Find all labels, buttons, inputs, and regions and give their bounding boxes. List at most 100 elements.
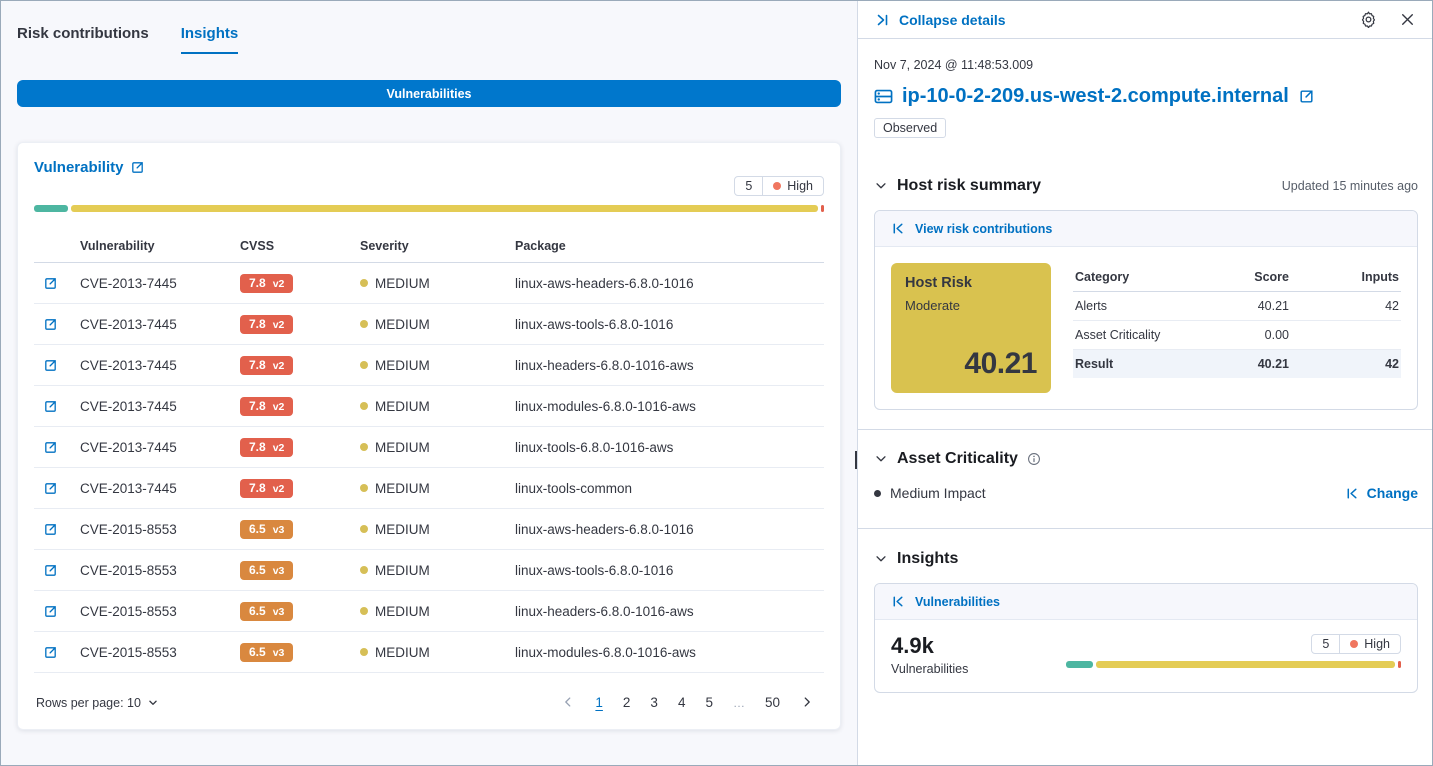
severity-value: MEDIUM <box>375 563 430 578</box>
host-name-link[interactable]: ip-10-0-2-209.us-west-2.compute.internal <box>902 85 1289 108</box>
page-button-1[interactable]: 1 <box>587 692 611 713</box>
open-vulnerability-icon[interactable] <box>43 439 58 454</box>
severity-count-badge: 5 High <box>734 176 824 196</box>
close-icon[interactable] <box>1399 11 1416 28</box>
severity-dot <box>360 361 368 369</box>
open-vulnerability-icon[interactable] <box>43 603 58 618</box>
vulnerabilities-link[interactable]: Vulnerabilities <box>875 584 1417 620</box>
section-title: Asset Criticality <box>897 450 1018 468</box>
page-button-50[interactable]: 50 <box>757 692 788 713</box>
severity-label: High <box>1364 637 1390 651</box>
package-name: linux-aws-tools-6.8.0-1016 <box>515 563 824 578</box>
package-name: linux-headers-6.8.0-1016-aws <box>515 358 824 373</box>
external-link-icon[interactable] <box>130 160 145 175</box>
arrow-start-icon <box>891 594 906 609</box>
open-vulnerability-icon[interactable] <box>43 480 58 495</box>
criticality-dot <box>874 490 881 497</box>
col-severity: Severity <box>360 239 515 253</box>
next-page-button[interactable] <box>792 694 822 712</box>
app-window: Risk contributions Insights Vulnerabilit… <box>0 0 1433 766</box>
vulnerability-id: CVE-2013-7445 <box>80 317 240 332</box>
severity-dot <box>360 443 368 451</box>
table-row: CVE-2015-8553 6.5v3 MEDIUM linux-aws-hea… <box>34 509 824 550</box>
vulnerability-id: CVE-2015-8553 <box>80 645 240 660</box>
cvss-badge: 7.8v2 <box>240 274 293 293</box>
risk-table-row: Asset Criticality 0.00 <box>1073 321 1401 350</box>
view-risk-contributions-link[interactable]: View risk contributions <box>875 211 1417 247</box>
table-row: CVE-2013-7445 7.8v2 MEDIUM linux-aws-hea… <box>34 263 824 304</box>
page-button-5[interactable]: 5 <box>697 692 721 713</box>
package-name: linux-aws-headers-6.8.0-1016 <box>515 276 824 291</box>
arrow-end-icon <box>874 12 890 28</box>
vulnerability-id: CVE-2013-7445 <box>80 440 240 455</box>
open-vulnerability-icon[interactable] <box>43 316 58 331</box>
severity-distribution-bar <box>1066 661 1401 668</box>
open-vulnerability-icon[interactable] <box>43 562 58 577</box>
insights-toggle[interactable]: Insights <box>874 550 958 568</box>
risk-tile-level: Moderate <box>905 298 1037 313</box>
previous-page-button[interactable] <box>553 694 583 712</box>
table-row: CVE-2013-7445 7.8v2 MEDIUM linux-tools-c… <box>34 468 824 509</box>
page-list: 1 2 3 4 5 … 50 <box>553 692 822 713</box>
severity-value: MEDIUM <box>375 522 430 537</box>
severity-value: MEDIUM <box>375 317 430 332</box>
tab-bar: Risk contributions Insights <box>17 17 841 54</box>
tab-insights[interactable]: Insights <box>181 25 239 54</box>
tab-risk-contributions[interactable]: Risk contributions <box>17 25 149 54</box>
asset-criticality-toggle[interactable]: Asset Criticality <box>874 450 1041 468</box>
rows-per-page-select[interactable]: Rows per page: 10 <box>36 696 160 710</box>
table-row: CVE-2013-7445 7.8v2 MEDIUM linux-tools-6… <box>34 427 824 468</box>
severity-dot <box>360 566 368 574</box>
severity-value: MEDIUM <box>375 440 430 455</box>
vulnerability-card-title[interactable]: Vulnerability <box>34 159 123 176</box>
host-risk-summary-toggle[interactable]: Host risk summary <box>874 177 1041 195</box>
vulnerability-id: CVE-2013-7445 <box>80 481 240 496</box>
host-risk-card: View risk contributions Host Risk Modera… <box>874 210 1418 410</box>
table-row: CVE-2013-7445 7.8v2 MEDIUM linux-modules… <box>34 386 824 427</box>
chevron-down-icon <box>874 452 888 466</box>
page-button-3[interactable]: 3 <box>642 692 666 713</box>
table-row: CVE-2013-7445 7.8v2 MEDIUM linux-headers… <box>34 345 824 386</box>
package-name: linux-aws-headers-6.8.0-1016 <box>515 522 824 537</box>
host-icon <box>874 87 893 106</box>
high-severity-dot <box>1350 640 1358 648</box>
open-vulnerability-icon[interactable] <box>43 275 58 290</box>
col-package: Package <box>515 239 824 253</box>
table-row: CVE-2015-8553 6.5v3 MEDIUM linux-aws-too… <box>34 550 824 591</box>
severity-count-badge: 5 High <box>1311 634 1401 654</box>
chevron-down-icon <box>874 179 888 193</box>
vulnerability-count: 4.9k <box>891 633 1056 659</box>
severity-dot <box>360 320 368 328</box>
table-row: CVE-2015-8553 6.5v3 MEDIUM linux-headers… <box>34 591 824 632</box>
page-ellipsis: … <box>725 693 753 713</box>
external-link-icon[interactable] <box>1298 88 1315 105</box>
cvss-badge: 6.5v3 <box>240 643 293 662</box>
open-vulnerability-icon[interactable] <box>43 644 58 659</box>
package-name: linux-tools-common <box>515 481 824 496</box>
change-criticality-button[interactable]: Change <box>1345 485 1418 501</box>
risk-table-header: Category Score Inputs <box>1073 263 1401 292</box>
bar-segment-medium <box>1096 661 1395 668</box>
severity-label: High <box>787 179 813 193</box>
section-title: Host risk summary <box>897 177 1041 195</box>
cvss-badge: 6.5v3 <box>240 602 293 621</box>
open-vulnerability-icon[interactable] <box>43 521 58 536</box>
open-vulnerability-icon[interactable] <box>43 357 58 372</box>
package-name: linux-headers-6.8.0-1016-aws <box>515 604 824 619</box>
severity-count: 5 <box>735 177 762 195</box>
arrow-start-icon <box>1345 486 1360 501</box>
observed-badge: Observed <box>874 118 946 138</box>
severity-count: 5 <box>1312 635 1339 653</box>
vulnerabilities-section-button[interactable]: Vulnerabilities <box>17 80 841 107</box>
page-button-2[interactable]: 2 <box>615 692 639 713</box>
table-row: CVE-2015-8553 6.5v3 MEDIUM linux-modules… <box>34 632 824 673</box>
section-title: Insights <box>897 550 958 568</box>
collapse-details-button[interactable]: Collapse details <box>874 12 1006 28</box>
vulnerability-id: CVE-2015-8553 <box>80 522 240 537</box>
settings-gear-icon[interactable] <box>1360 11 1377 28</box>
open-vulnerability-icon[interactable] <box>43 398 58 413</box>
info-icon[interactable] <box>1027 452 1041 466</box>
section-divider <box>858 429 1433 430</box>
page-button-4[interactable]: 4 <box>670 692 694 713</box>
event-timestamp: Nov 7, 2024 @ 11:48:53.009 <box>874 58 1418 72</box>
